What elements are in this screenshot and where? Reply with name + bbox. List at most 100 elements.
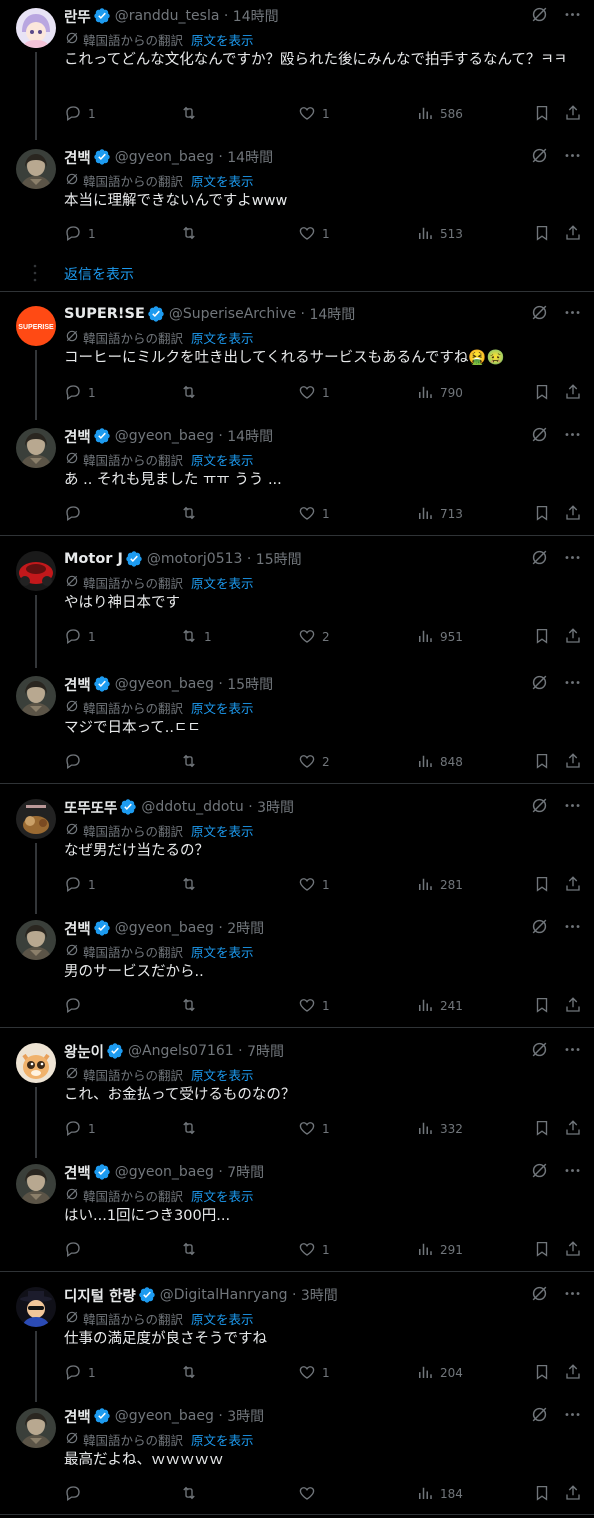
more-options-icon[interactable] (563, 548, 582, 571)
display-name[interactable]: 견백 (64, 674, 91, 695)
avatar[interactable] (16, 8, 56, 48)
more-options-icon[interactable] (563, 917, 582, 940)
show-original-link[interactable]: 原文を表示 (191, 1065, 254, 1084)
reply-button[interactable]: 1 (64, 875, 96, 895)
like-button[interactable]: 2 (298, 627, 330, 647)
reply-button[interactable]: 1 (64, 1363, 96, 1383)
display-name[interactable]: 견백 (64, 1406, 91, 1427)
like-button[interactable]: 1 (298, 104, 330, 124)
reply-button[interactable] (64, 504, 88, 524)
like-button[interactable]: 1 (298, 224, 330, 244)
handle[interactable]: @gyeon_baeg (115, 428, 214, 444)
reply-button[interactable]: 1 (64, 224, 96, 244)
share-button[interactable] (564, 224, 582, 244)
views-button[interactable]: 241 (416, 996, 463, 1016)
retweet-button[interactable] (180, 383, 204, 403)
avatar[interactable] (16, 149, 56, 189)
show-original-link[interactable]: 原文を表示 (191, 698, 254, 717)
views-button[interactable]: 586 (416, 104, 463, 124)
display-name[interactable]: 견백 (64, 918, 91, 939)
show-original-link[interactable]: 原文を表示 (191, 450, 254, 469)
grok-icon[interactable] (530, 1161, 549, 1184)
reply-button[interactable]: 1 (64, 383, 96, 403)
grok-icon[interactable] (530, 1284, 549, 1307)
show-original-link[interactable]: 原文を表示 (191, 30, 254, 49)
timestamp[interactable]: 3時間 (257, 797, 294, 817)
handle[interactable]: @ddotu_ddotu (141, 799, 243, 815)
avatar[interactable] (16, 920, 56, 960)
more-options-icon[interactable] (563, 1161, 582, 1184)
handle[interactable]: @gyeon_baeg (115, 1408, 214, 1424)
avatar[interactable] (16, 1408, 56, 1448)
show-original-link[interactable]: 原文を表示 (191, 942, 254, 961)
retweet-button[interactable]: 1 (180, 627, 212, 647)
retweet-button[interactable] (180, 1484, 204, 1504)
share-button[interactable] (564, 1119, 582, 1139)
show-original-link[interactable]: 原文を表示 (191, 1309, 254, 1328)
grok-icon[interactable] (530, 425, 549, 448)
bookmark-button[interactable] (533, 1119, 551, 1139)
bookmark-button[interactable] (533, 1484, 551, 1504)
share-button[interactable] (564, 1363, 582, 1383)
show-original-link[interactable]: 原文を表示 (191, 1430, 254, 1449)
bookmark-button[interactable] (533, 996, 551, 1016)
views-button[interactable]: 281 (416, 875, 463, 895)
timestamp[interactable]: 14時間 (309, 304, 355, 324)
display-name[interactable]: 왕눈이 (64, 1041, 104, 1062)
handle[interactable]: @SuperiseArchive (169, 306, 296, 322)
grok-icon[interactable] (530, 146, 549, 169)
like-button[interactable]: 1 (298, 1119, 330, 1139)
more-options-icon[interactable] (563, 146, 582, 169)
show-original-link[interactable]: 原文を表示 (191, 171, 254, 190)
share-button[interactable] (564, 996, 582, 1016)
more-options-icon[interactable] (563, 425, 582, 448)
more-options-icon[interactable] (563, 1040, 582, 1063)
timestamp[interactable]: 7時間 (247, 1041, 284, 1061)
bookmark-button[interactable] (533, 383, 551, 403)
display-name[interactable]: SUPER!SE (64, 306, 145, 322)
display-name[interactable]: Motor J (64, 551, 123, 567)
reply-button[interactable] (64, 1240, 88, 1260)
avatar[interactable] (16, 676, 56, 716)
show-original-link[interactable]: 原文を表示 (191, 821, 254, 840)
handle[interactable]: @gyeon_baeg (115, 920, 214, 936)
views-button[interactable]: 513 (416, 224, 463, 244)
reply-button[interactable]: 1 (64, 104, 96, 124)
timestamp[interactable]: 14時間 (227, 426, 273, 446)
timestamp[interactable]: 14時間 (227, 147, 273, 167)
handle[interactable]: @motorj0513 (147, 551, 243, 567)
more-options-icon[interactable] (563, 796, 582, 819)
views-button[interactable]: 951 (416, 627, 463, 647)
avatar[interactable] (16, 799, 56, 839)
avatar[interactable] (16, 551, 56, 591)
show-original-link[interactable]: 原文を表示 (191, 1186, 254, 1205)
grok-icon[interactable] (530, 1040, 549, 1063)
avatar[interactable]: SUPERISE (16, 306, 56, 346)
share-button[interactable] (564, 104, 582, 124)
retweet-button[interactable] (180, 1240, 204, 1260)
more-options-icon[interactable] (563, 303, 582, 326)
avatar[interactable] (16, 428, 56, 468)
handle[interactable]: @randdu_tesla (115, 8, 220, 24)
timestamp[interactable]: 15時間 (227, 674, 273, 694)
handle[interactable]: @gyeon_baeg (115, 149, 214, 165)
reply-button[interactable] (64, 996, 88, 1016)
display-name[interactable]: 견백 (64, 147, 91, 168)
display-name[interactable]: 란뚜 (64, 6, 91, 27)
retweet-button[interactable] (180, 752, 204, 772)
grok-icon[interactable] (530, 917, 549, 940)
like-button[interactable]: 2 (298, 752, 330, 772)
timestamp[interactable]: 2時間 (227, 918, 264, 938)
views-button[interactable]: 204 (416, 1363, 463, 1383)
retweet-button[interactable] (180, 224, 204, 244)
bookmark-button[interactable] (533, 224, 551, 244)
handle[interactable]: @gyeon_baeg (115, 676, 214, 692)
timestamp[interactable]: 3時間 (227, 1406, 264, 1426)
bookmark-button[interactable] (533, 627, 551, 647)
views-button[interactable]: 184 (416, 1484, 463, 1504)
like-button[interactable]: 1 (298, 1240, 330, 1260)
more-options-icon[interactable] (563, 5, 582, 28)
avatar[interactable] (16, 1043, 56, 1083)
views-button[interactable]: 790 (416, 383, 463, 403)
bookmark-button[interactable] (533, 1240, 551, 1260)
